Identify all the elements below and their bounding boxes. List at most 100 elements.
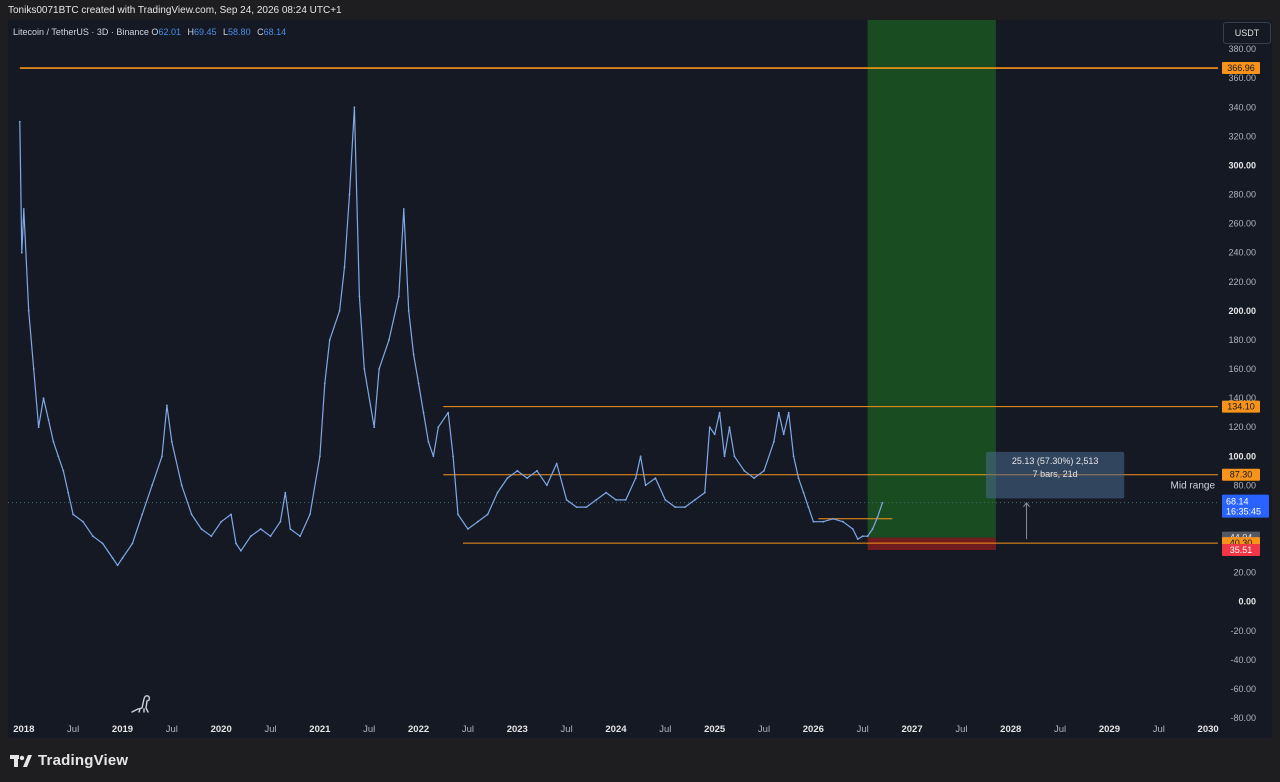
price-point — [452, 455, 454, 458]
x-tick-label: Jul — [67, 724, 79, 735]
price-point — [141, 513, 144, 516]
price-point — [72, 513, 74, 516]
x-tick-label: 2027 — [901, 724, 922, 735]
dinosaur-icon[interactable] — [130, 693, 156, 715]
high-value: 69.45 — [193, 27, 217, 37]
price-point — [402, 208, 405, 210]
price-point — [67, 491, 70, 494]
price-point — [52, 440, 55, 443]
price-point — [343, 266, 346, 269]
price-point — [674, 506, 677, 508]
y-tick-label: -60.00 — [1230, 684, 1256, 694]
price-point — [526, 477, 528, 479]
price-point — [284, 491, 287, 494]
price-point — [323, 382, 326, 385]
price-point — [82, 520, 84, 523]
price-point — [279, 520, 282, 523]
price-point — [565, 499, 568, 501]
price-point — [856, 538, 859, 540]
price-point — [111, 557, 114, 559]
price-label: 134.10 — [1227, 402, 1255, 412]
y-tick-label: 120.00 — [1228, 422, 1256, 432]
tradingview-brand[interactable]: TradingView — [10, 752, 128, 769]
footer — [0, 738, 1280, 782]
x-tick-label: 2024 — [605, 724, 627, 735]
price-point — [516, 469, 519, 472]
price-point — [797, 477, 800, 479]
price-point — [733, 455, 736, 458]
price-point — [269, 535, 272, 538]
price-point — [615, 499, 617, 501]
price-point — [654, 477, 657, 479]
x-tick-label: Jul — [857, 724, 869, 735]
price-point — [422, 411, 425, 414]
price-point — [486, 513, 489, 516]
x-tick-label: Jul — [561, 724, 573, 735]
price-point — [718, 411, 721, 414]
x-tick-label: 2026 — [803, 724, 824, 735]
price-label: 87.30 — [1230, 470, 1253, 480]
x-tick-label: 2021 — [309, 724, 331, 735]
countdown-label: 16:35:45 — [1226, 507, 1261, 517]
y-tick-label: 20.00 — [1233, 568, 1256, 578]
price-point — [634, 477, 637, 479]
y-tick-label: 300.00 — [1228, 160, 1256, 170]
price-point — [235, 542, 237, 545]
price-point — [536, 469, 538, 472]
low-value: 58.80 — [228, 27, 251, 37]
measure-line1: 25.13 (57.30%) 2,513 — [1012, 456, 1099, 466]
price-point — [605, 491, 607, 494]
price-point — [694, 499, 696, 501]
price-point — [37, 426, 40, 429]
symbol-name[interactable]: Litecoin / TetherUS · 3D · Binance — [13, 27, 149, 37]
currency-button[interactable]: USDT — [1223, 22, 1271, 44]
y-tick-label: 160.00 — [1228, 364, 1256, 374]
price-point — [743, 469, 746, 472]
high-label: H — [187, 27, 194, 37]
price-point — [388, 339, 390, 341]
y-tick-label: 80.00 — [1233, 480, 1256, 490]
price-point — [703, 491, 706, 494]
price-point — [190, 513, 193, 516]
x-tick-label: 2023 — [507, 724, 528, 735]
price-point — [319, 455, 321, 458]
price-point — [777, 411, 780, 414]
price-point — [684, 506, 686, 508]
price-point — [644, 484, 647, 487]
y-tick-label: 260.00 — [1228, 219, 1256, 229]
open-value: 62.01 — [158, 27, 181, 37]
price-chart[interactable]: 25.13 (57.30%) 2,513 7 bars, 21d Mid range… — [0, 0, 1280, 782]
price-point — [832, 517, 834, 520]
price-point — [22, 208, 25, 210]
x-tick-label: 2029 — [1099, 724, 1120, 735]
price-point — [32, 368, 35, 370]
price-point — [595, 499, 598, 501]
price-point — [289, 528, 292, 530]
price-point — [773, 440, 775, 443]
price-point — [728, 426, 731, 429]
price-point — [807, 506, 810, 508]
price-point — [378, 368, 380, 370]
price-point — [432, 455, 435, 458]
price-point — [116, 564, 119, 567]
price-point — [506, 477, 509, 479]
x-tick-label: 2019 — [112, 724, 133, 735]
price-point — [353, 106, 356, 109]
x-tick-label: Jul — [659, 724, 671, 735]
measure-line2: 7 bars, 21d — [1033, 469, 1078, 479]
y-tick-label: 360.00 — [1228, 73, 1256, 83]
x-tick-label: Jul — [264, 724, 276, 735]
y-tick-label: -40.00 — [1230, 655, 1256, 665]
price-point — [871, 528, 874, 530]
price-point — [200, 528, 203, 530]
price-point — [230, 513, 233, 516]
price-point — [240, 549, 242, 552]
x-tick-label: 2030 — [1198, 724, 1219, 735]
symbol-legend: Litecoin / TetherUS · 3D · Binance O62.0… — [13, 27, 290, 37]
x-tick-label: 2018 — [13, 724, 34, 735]
price-point — [881, 501, 884, 504]
price-point — [180, 484, 183, 487]
x-tick-label: Jul — [1054, 724, 1066, 735]
price-point — [763, 469, 765, 472]
close-value: 68.14 — [263, 27, 287, 37]
